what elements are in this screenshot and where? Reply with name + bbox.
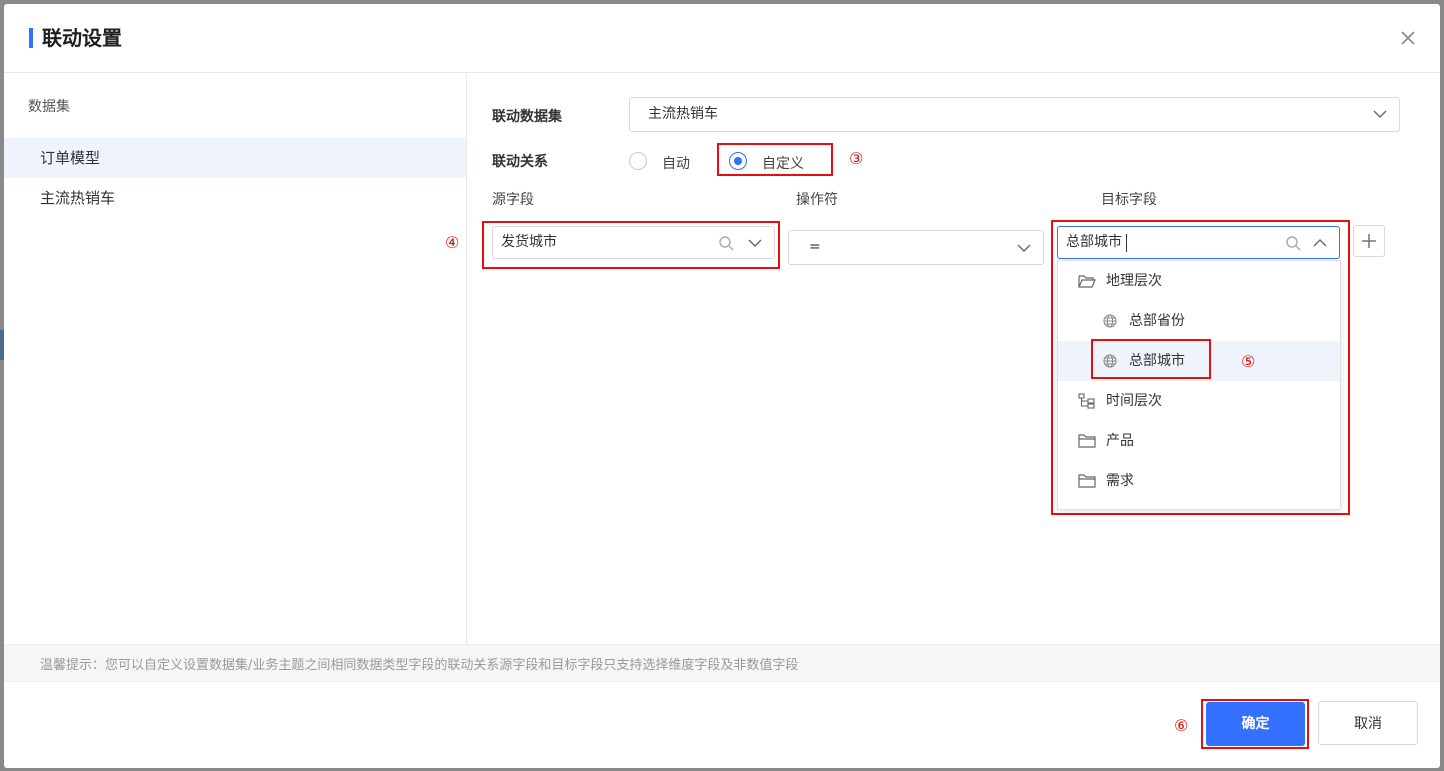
close-icon[interactable] [1396,26,1420,50]
annotation-3: ③ [849,149,864,168]
tree-node-product[interactable]: 产品 [1058,421,1340,461]
title-accent-bar [29,28,33,48]
source-field-select[interactable]: 发货城市 [492,226,775,259]
annotation-6: ⑥ [1174,716,1189,735]
linkage-settings-dialog: 联动设置 数据集 订单模型 主流热销车 联动数据集 主流热销车 联动关系 自动 … [4,4,1440,768]
tree-node-geo-hierarchy[interactable]: 地理层次 [1058,261,1340,301]
tree-node-hq-province[interactable]: 总部省份 [1058,301,1340,341]
highlight-box-hq-city [1091,339,1211,379]
linkage-dataset-select[interactable]: 主流热销车 [629,97,1400,132]
linkage-dataset-value: 主流热销车 [648,106,718,122]
tree-node-label: 地理层次 [1106,273,1162,289]
tree-node-label: 总部省份 [1129,313,1185,329]
tip-text: 温馨提示：您可以自定义设置数据集/业务主题之间相同数据类型字段的联动关系源字段和… [40,658,799,673]
add-condition-button[interactable] [1353,225,1385,257]
globe-icon [1103,314,1117,328]
tree-node-label: 时间层次 [1106,393,1162,409]
operator-value: = [809,239,821,255]
annotation-4: ④ [445,233,460,252]
folder-open-icon [1078,275,1096,288]
dialog-title: 联动设置 [42,26,122,50]
plus-icon [1362,234,1376,248]
operator-select[interactable]: = [788,230,1044,265]
confirm-button[interactable]: 确定 [1206,702,1305,746]
target-field-header: 目标字段 [1101,192,1157,208]
tip-bar: 温馨提示：您可以自定义设置数据集/业务主题之间相同数据类型字段的联动关系源字段和… [4,644,1440,682]
linkage-relation-label: 联动关系 [492,154,548,170]
operator-header: 操作符 [796,192,838,208]
hierarchy-icon [1078,393,1095,409]
dataset-item-hot-cars[interactable]: 主流热销车 [4,178,466,218]
folder-icon [1078,434,1096,448]
search-icon [719,236,734,251]
tree-node-demand[interactable]: 需求 [1058,461,1340,501]
annotation-5: ⑤ [1241,352,1256,371]
dataset-item-label: 主流热销车 [40,189,116,207]
highlight-box-custom [717,143,833,176]
tree-node-label: 需求 [1106,473,1134,489]
dataset-item-order-model[interactable]: 订单模型 [4,138,466,178]
source-field-value: 发货城市 [501,234,557,250]
dataset-list-heading: 数据集 [28,99,70,115]
search-icon [1286,236,1301,251]
radio-auto-label: 自动 [662,156,690,172]
chevron-down-icon [748,239,762,247]
source-field-header: 源字段 [492,192,534,208]
target-field-dropdown: 地理层次 总部省份 总部城市 时间层次 产品 需求 [1057,260,1341,510]
chevron-down-icon [1373,110,1387,118]
dataset-item-label: 订单模型 [40,149,101,167]
tree-node-time-hierarchy[interactable]: 时间层次 [1058,381,1340,421]
chevron-up-icon [1313,239,1327,247]
target-field-input[interactable]: 总部城市 [1057,226,1340,259]
text-cursor [1126,234,1127,252]
radio-auto[interactable] [629,152,647,170]
dialog-header: 联动设置 [4,4,1440,73]
tree-node-label: 产品 [1106,433,1134,449]
folder-icon [1078,474,1096,488]
chevron-down-icon [1017,244,1031,252]
target-field-value: 总部城市 [1066,234,1122,250]
cancel-button[interactable]: 取消 [1318,701,1418,745]
linkage-dataset-label: 联动数据集 [492,109,562,125]
dataset-list-pane: 数据集 订单模型 主流热销车 [4,72,467,644]
